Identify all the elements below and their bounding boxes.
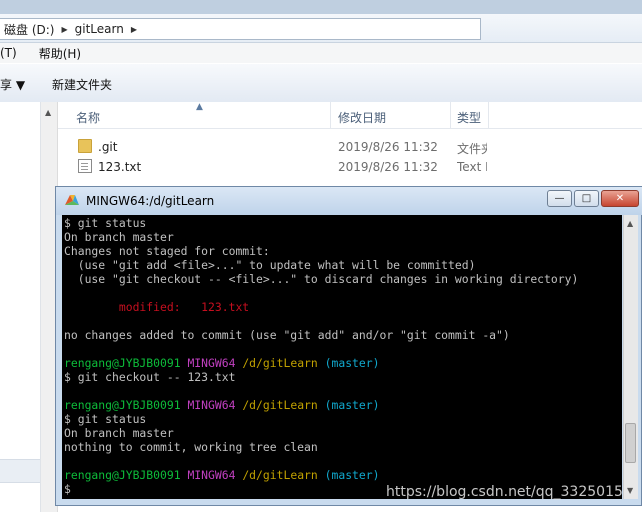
menu-help[interactable]: 帮助(H) xyxy=(39,45,81,62)
menu-bar: (T) 帮助(H) xyxy=(0,43,642,63)
share-button[interactable]: 享 ▼ xyxy=(0,76,25,93)
terminal-window[interactable]: MINGW64:/d/gitLearn — □ ✕ $ git status On… xyxy=(55,186,642,506)
terminal-text-segment: MINGW64 xyxy=(187,468,236,482)
command-toolbar: 享 ▼ 新建文件夹 xyxy=(0,64,642,103)
terminal-text-segment: no changes added to commit (use "git add… xyxy=(64,328,510,342)
file-type: Text D xyxy=(457,160,487,174)
scroll-down-icon[interactable]: ▼ xyxy=(627,486,633,495)
terminal-line: $ git status xyxy=(64,216,622,230)
terminal-text-segment: rengang@JYBJB0091 xyxy=(64,468,181,482)
terminal-text-segment: (use "git checkout -- <file>..." to disc… xyxy=(64,272,579,286)
terminal-text-segment: (master) xyxy=(324,398,380,412)
terminal-line: $ git status xyxy=(64,412,622,426)
window-top-strip xyxy=(0,0,642,14)
new-folder-button[interactable]: 新建文件夹 xyxy=(52,76,112,93)
terminal-text-segment: $ git checkout -- 123.txt xyxy=(64,370,236,384)
column-header: ▲ 名称 修改日期 类型 xyxy=(58,102,642,129)
breadcrumb-drive[interactable]: 磁盘 (D:) xyxy=(0,21,58,38)
terminal-text-segment: MINGW64 xyxy=(187,398,236,412)
terminal-line: no changes added to commit (use "git add… xyxy=(64,328,622,342)
maximize-button[interactable]: □ xyxy=(574,190,599,207)
file-row-123-txt[interactable]: 123.txt 2019/8/26 11:32 Text D xyxy=(58,157,642,177)
terminal-text-segment: rengang@JYBJB0091 xyxy=(64,356,181,370)
navigation-pane[interactable] xyxy=(0,102,41,512)
terminal-line: (use "git checkout -- <file>..." to disc… xyxy=(64,272,622,286)
terminal-line: Changes not staged for commit: xyxy=(64,244,622,258)
scroll-up-icon[interactable]: ▲ xyxy=(627,219,633,228)
scroll-up-icon[interactable]: ▲ xyxy=(45,108,51,117)
terminal-text-segment: nothing to commit, working tree clean xyxy=(64,440,318,454)
terminal-line: (use "git add <file>..." to update what … xyxy=(64,258,622,272)
file-date: 2019/8/26 11:32 xyxy=(338,140,438,154)
text-file-icon xyxy=(78,159,92,173)
column-type[interactable]: 类型 xyxy=(457,109,481,126)
terminal-text-segment: rengang@JYBJB0091 xyxy=(64,398,181,412)
terminal-title-bar[interactable]: MINGW64:/d/gitLearn — □ ✕ xyxy=(56,187,642,215)
terminal-text-segment: (use "git add <file>..." to update what … xyxy=(64,258,476,272)
terminal-text-segment: (master) xyxy=(324,356,380,370)
nav-selected-item[interactable] xyxy=(0,459,40,483)
terminal-text-segment: Changes not staged for commit: xyxy=(64,244,270,258)
terminal-line: On branch master xyxy=(64,230,622,244)
terminal-text-segment: $ git status xyxy=(64,216,147,230)
column-divider[interactable] xyxy=(330,102,331,128)
close-button[interactable]: ✕ xyxy=(601,190,639,207)
minimize-button[interactable]: — xyxy=(547,190,572,207)
file-row-git[interactable]: .git 2019/8/26 11:32 文件夹 xyxy=(58,137,642,157)
folder-icon xyxy=(78,139,92,153)
terminal-line: rengang@JYBJB0091 MINGW64 /d/gitLearn (m… xyxy=(64,356,622,370)
breadcrumb-folder[interactable]: gitLearn xyxy=(71,22,128,36)
git-bash-logo-icon xyxy=(65,195,79,205)
terminal-text-segment: modified: 123.txt xyxy=(64,300,250,314)
terminal-text-segment: /d/gitLearn xyxy=(242,356,318,370)
file-name: .git xyxy=(98,140,118,154)
column-name[interactable]: 名称 xyxy=(76,109,100,126)
terminal-text-segment: On branch master xyxy=(64,230,174,244)
menu-tools[interactable]: (T) xyxy=(0,46,17,60)
terminal-text-segment: $ xyxy=(64,482,71,496)
terminal-scrollbar[interactable]: ▲ ▼ xyxy=(623,215,638,499)
terminal-line: rengang@JYBJB0091 MINGW64 /d/gitLearn (m… xyxy=(64,468,622,482)
terminal-output[interactable]: $ git status On branch master Changes not … xyxy=(62,215,622,499)
watermark-url: https://blog.csdn.net/qq_3325015 xyxy=(386,484,623,500)
scrollbar-thumb[interactable] xyxy=(625,423,636,463)
terminal-line: On branch master xyxy=(64,426,622,440)
terminal-text-segment: MINGW64 xyxy=(187,356,236,370)
terminal-text-segment: /d/gitLearn xyxy=(242,468,318,482)
breadcrumb[interactable]: 磁盘 (D:) ▶ gitLearn ▶ xyxy=(0,18,481,40)
terminal-line: rengang@JYBJB0091 MINGW64 /d/gitLearn (m… xyxy=(64,398,622,412)
terminal-text-segment: (master) xyxy=(324,468,380,482)
address-bar: 磁盘 (D:) ▶ gitLearn ▶ xyxy=(0,14,642,43)
column-date-modified[interactable]: 修改日期 xyxy=(338,109,386,126)
terminal-text-segment: /d/gitLearn xyxy=(242,398,318,412)
terminal-title: MINGW64:/d/gitLearn xyxy=(86,194,215,208)
terminal-text-segment: $ git status xyxy=(64,412,147,426)
file-date: 2019/8/26 11:32 xyxy=(338,160,438,174)
breadcrumb-arrow-icon[interactable]: ▶ xyxy=(58,25,70,34)
file-type: 文件夹 xyxy=(457,142,487,156)
column-divider[interactable] xyxy=(450,102,451,128)
file-name: 123.txt xyxy=(98,160,142,174)
terminal-line: modified: 123.txt xyxy=(64,300,622,314)
column-divider[interactable] xyxy=(488,102,489,128)
terminal-line: $ git checkout -- 123.txt xyxy=(64,370,622,384)
breadcrumb-arrow-icon[interactable]: ▶ xyxy=(128,25,140,34)
terminal-text-segment: On branch master xyxy=(64,426,174,440)
terminal-line: nothing to commit, working tree clean xyxy=(64,440,622,454)
sort-indicator-icon: ▲ xyxy=(196,102,203,112)
